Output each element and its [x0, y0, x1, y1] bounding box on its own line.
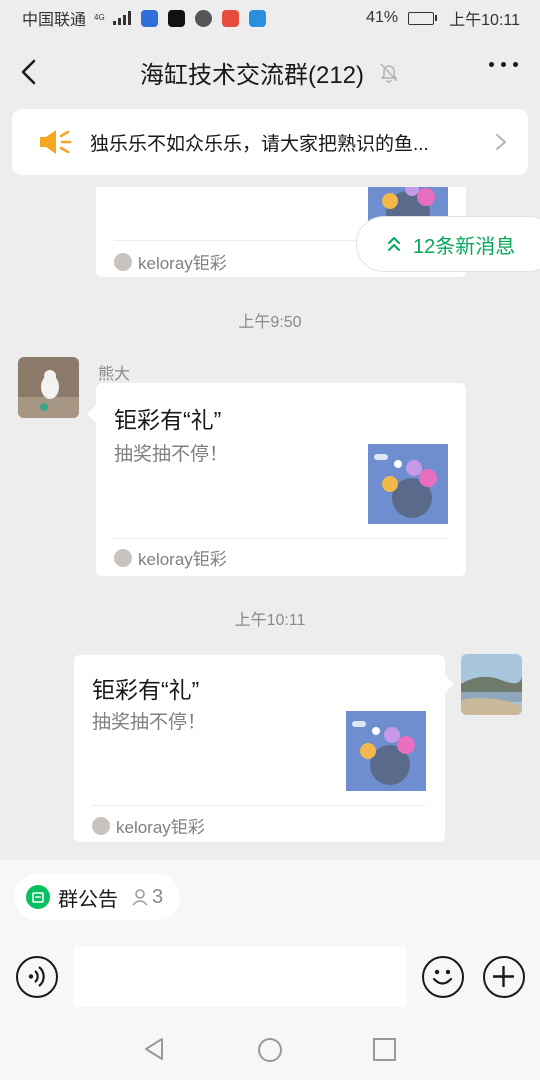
more-dots-icon	[489, 62, 494, 67]
input-row	[0, 946, 540, 1008]
sender-name: 熊大	[98, 366, 131, 383]
notice-text: 独乐乐不如众乐乐，请大家把熟识的鱼...	[90, 133, 429, 155]
share-card[interactable]: 钜彩有“礼” 抽奖抽不停！ keloray钜彩	[74, 655, 445, 842]
signal-icon	[112, 11, 131, 25]
user-avatar-image	[461, 654, 522, 715]
nav-recents-icon[interactable]	[372, 1037, 397, 1062]
voice-icon	[28, 966, 45, 987]
card-title: 钜彩有“礼”	[92, 677, 200, 703]
more-options-button[interactable]	[489, 62, 518, 67]
clock: 上午10:11	[449, 12, 520, 29]
card-source: keloray钜彩	[116, 818, 205, 837]
emoji-button[interactable]	[422, 956, 464, 998]
source-logo	[114, 548, 132, 567]
browser-app-icon	[194, 9, 212, 27]
person-icon	[132, 889, 148, 906]
battery-icon	[408, 11, 438, 25]
battery-percent: 41%	[366, 9, 399, 26]
timestamp: 上午9:50	[238, 314, 302, 331]
shield-app-icon	[140, 9, 158, 27]
network-type: 4G	[94, 13, 105, 22]
input-panel: 群公告 3	[0, 860, 540, 1080]
voice-button[interactable]	[16, 956, 58, 998]
chevron-right-icon	[496, 134, 506, 150]
source-logo	[92, 816, 110, 835]
source-logo	[114, 252, 132, 271]
card-thumbnail	[368, 444, 448, 524]
group-announcement-chip[interactable]: 群公告 3	[14, 874, 180, 920]
card-title: 钜彩有“礼”	[114, 407, 222, 433]
plus-icon	[493, 966, 514, 987]
announcement-label: 群公告	[58, 888, 118, 911]
message-input[interactable]	[73, 947, 407, 1007]
announcement-count: 3	[152, 885, 164, 908]
news-app-icon	[221, 9, 239, 27]
card-description: 抽奖抽不停！	[114, 444, 229, 465]
nav-home-icon[interactable]	[256, 1036, 284, 1064]
chat-header: 海缸技术交流群(212)	[0, 36, 540, 108]
avatar[interactable]	[18, 357, 79, 418]
cloud-app-icon	[248, 9, 266, 27]
emoji-icon	[432, 969, 453, 985]
card-description: 抽奖抽不停！	[92, 712, 207, 733]
new-messages-button[interactable]: 12条新消息	[356, 216, 540, 272]
new-messages-label: 12条新消息	[413, 235, 516, 258]
megaphone-icon	[40, 130, 72, 154]
carrier-label: 中国联通	[22, 12, 87, 29]
my-avatar[interactable]	[461, 654, 522, 715]
status-bar: 中国联通 4G 41% 上午10:11	[0, 0, 540, 36]
system-nav-bar	[0, 1020, 540, 1080]
nav-back-icon[interactable]	[142, 1036, 168, 1062]
group-notice-banner[interactable]: 独乐乐不如众乐乐，请大家把熟识的鱼...	[12, 109, 528, 175]
plus-button[interactable]	[483, 956, 525, 998]
tiktok-app-icon	[167, 9, 185, 27]
back-icon[interactable]	[16, 58, 44, 86]
share-card[interactable]: 钜彩有“礼” 抽奖抽不停！ keloray钜彩	[96, 383, 466, 576]
timestamp: 上午10:11	[234, 612, 306, 629]
card-thumbnail	[346, 711, 426, 791]
user-avatar-image	[18, 357, 79, 418]
card-source: keloray钜彩	[138, 254, 227, 273]
card-source: keloray钜彩	[138, 550, 227, 569]
message-list[interactable]: keloray钜彩 12条新消息 上午9:50 熊大 钜彩有“礼” 抽奖抽不停！	[0, 187, 540, 860]
announcement-icon	[26, 885, 50, 909]
bell-muted-icon	[380, 63, 398, 83]
double-chevron-up-icon	[388, 237, 400, 251]
chat-title[interactable]: 海缸技术交流群(212)	[140, 55, 364, 90]
